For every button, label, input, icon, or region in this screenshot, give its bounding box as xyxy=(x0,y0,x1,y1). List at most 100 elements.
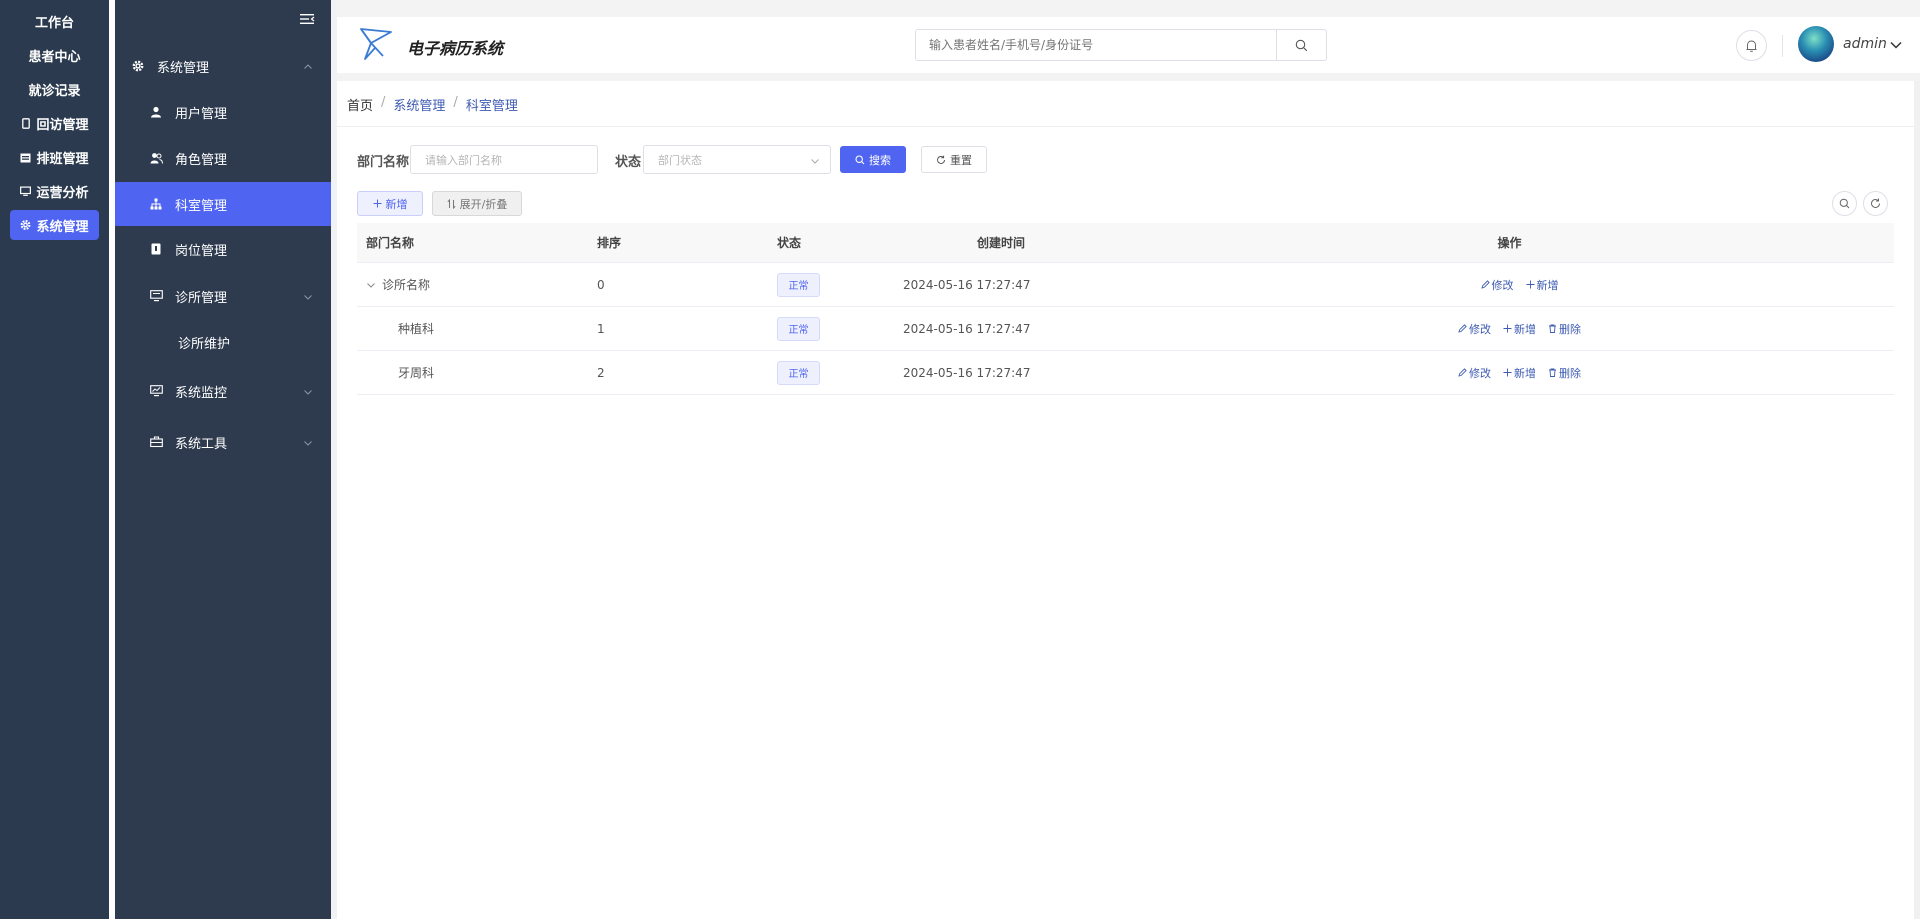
status-badge: 正常 xyxy=(777,272,820,297)
expand-button-label: 展开/折叠 xyxy=(459,197,508,211)
add-department-button[interactable]: 新增 xyxy=(357,191,423,216)
column-header-created: 创建时间 xyxy=(976,236,1025,250)
chevron-down-icon[interactable] xyxy=(1889,38,1903,52)
cell-created: 2024-05-16 17:27:47 xyxy=(903,321,1031,336)
rail-item-followup[interactable]: 回访管理 xyxy=(10,108,99,138)
breadcrumb-system-management[interactable]: 系统管理 xyxy=(393,95,445,114)
toggle-search-button[interactable] xyxy=(1832,191,1857,216)
rail-item-label: 回访管理 xyxy=(36,117,89,133)
cell-sort: 2 xyxy=(597,365,605,380)
breadcrumb-divider xyxy=(337,126,1914,127)
reset-button-label: 重置 xyxy=(950,153,972,167)
rail-item-label: 运营分析 xyxy=(36,185,89,201)
edit-link[interactable]: 修改 xyxy=(1480,277,1514,293)
breadcrumb-home[interactable]: 首页 xyxy=(347,95,373,114)
phone-icon xyxy=(20,117,31,129)
search-button-label: 搜索 xyxy=(869,153,891,167)
notification-button[interactable] xyxy=(1736,30,1767,61)
users-icon xyxy=(149,151,163,165)
rail-item-system-management[interactable]: 系统管理 xyxy=(10,210,99,240)
add-child-link[interactable]: 新增 xyxy=(1503,321,1536,337)
trash-icon xyxy=(1549,368,1556,377)
sidebar-item-label: 系统监控 xyxy=(175,385,228,401)
primary-nav-rail: 工作台 患者中心 就诊记录 回访管理 排班管理 运营分析 系统管理 xyxy=(0,0,109,919)
delete-link[interactable]: 删除 xyxy=(1548,321,1581,337)
status-badge: 正常 xyxy=(777,360,820,385)
add-label: 新增 xyxy=(1514,366,1536,380)
add-child-link[interactable]: 新增 xyxy=(1503,365,1536,381)
cell-sort: 1 xyxy=(597,321,605,336)
delete-label: 删除 xyxy=(1559,366,1581,380)
search-icon xyxy=(855,154,865,164)
status-badge: 正常 xyxy=(777,316,820,341)
rail-item-label: 就诊记录 xyxy=(28,83,81,99)
add-button-label: 新增 xyxy=(385,197,408,211)
patient-search-input[interactable] xyxy=(916,30,1276,60)
chart-monitor-icon xyxy=(149,384,163,398)
plus-icon xyxy=(1503,368,1512,377)
dept-name-input[interactable]: 请输入部门名称 xyxy=(410,145,598,174)
edit-icon xyxy=(1458,368,1467,377)
rail-item-workbench[interactable]: 工作台 xyxy=(10,6,99,36)
rail-item-visit-records[interactable]: 就诊记录 xyxy=(10,74,99,104)
sidebar-item-label: 岗位管理 xyxy=(175,243,228,259)
collapse-menu-icon[interactable] xyxy=(299,11,315,27)
status-select[interactable]: 部门状态 xyxy=(643,145,831,174)
column-header-actions: 操作 xyxy=(1497,236,1522,250)
search-button[interactable]: 搜索 xyxy=(840,146,906,173)
sidebar-group-system-tools[interactable]: 系统工具 xyxy=(115,420,331,464)
edit-label: 修改 xyxy=(1469,366,1491,380)
header-bottom-strip xyxy=(337,73,1920,81)
add-child-link[interactable]: 新增 xyxy=(1526,277,1559,293)
rail-item-label: 排班管理 xyxy=(36,151,89,167)
sidebar-item-label: 系统管理 xyxy=(157,60,210,76)
sidebar-item-label: 科室管理 xyxy=(175,198,228,214)
refresh-icon xyxy=(937,155,945,164)
sort-arrows-icon xyxy=(447,198,456,209)
chevron-down-icon[interactable] xyxy=(366,280,376,290)
sidebar-item-department-management[interactable]: 科室管理 xyxy=(115,182,331,226)
rail-item-label: 工作台 xyxy=(34,15,74,31)
sidebar-group-system-monitor[interactable]: 系统监控 xyxy=(115,369,331,413)
header-divider xyxy=(1782,35,1783,57)
patient-search-button[interactable] xyxy=(1276,30,1326,60)
delete-link[interactable]: 删除 xyxy=(1548,365,1581,381)
breadcrumb-department-management[interactable]: 科室管理 xyxy=(466,95,518,114)
edit-link[interactable]: 修改 xyxy=(1458,365,1491,381)
plus-icon xyxy=(1526,280,1534,289)
sidebar-item-user-management[interactable]: 用户管理 xyxy=(115,90,331,134)
rail-item-schedule[interactable]: 排班管理 xyxy=(10,142,99,172)
app-header: 电子病历系统 admin xyxy=(337,17,1920,73)
cell-status: 正常 xyxy=(772,360,887,385)
cell-actions: 修改 新增 xyxy=(1125,277,1894,293)
sidebar-item-clinic-maintenance[interactable]: 诊所维护 xyxy=(115,320,331,364)
badge-icon xyxy=(149,242,163,256)
sidebar-item-post-management[interactable]: 岗位管理 xyxy=(115,227,331,271)
scrollbar[interactable] xyxy=(1914,81,1920,919)
edit-label: 修改 xyxy=(1469,322,1491,336)
refresh-icon xyxy=(1871,198,1880,208)
dept-name-placeholder: 请输入部门名称 xyxy=(425,153,502,167)
chevron-down-icon xyxy=(303,437,313,447)
breadcrumb: 首页 / 系统管理 / 科室管理 xyxy=(347,95,518,114)
username[interactable]: admin xyxy=(1843,36,1887,52)
cell-status: 正常 xyxy=(772,272,887,297)
plus-icon xyxy=(373,199,381,208)
delete-label: 删除 xyxy=(1559,322,1581,336)
sidebar-group-clinic-management[interactable]: 诊所管理 xyxy=(115,274,331,318)
rail-item-analytics[interactable]: 运营分析 xyxy=(10,176,99,206)
add-label: 新增 xyxy=(1536,278,1559,292)
reset-button[interactable]: 重置 xyxy=(921,146,987,173)
rail-item-patient-center[interactable]: 患者中心 xyxy=(10,40,99,70)
chevron-down-icon xyxy=(303,291,313,301)
edit-link[interactable]: 修改 xyxy=(1458,321,1491,337)
sidebar-item-role-management[interactable]: 角色管理 xyxy=(115,136,331,180)
avatar[interactable] xyxy=(1798,26,1834,62)
breadcrumb-separator: / xyxy=(381,95,386,110)
expand-collapse-button[interactable]: 展开/折叠 xyxy=(432,191,522,216)
refresh-table-button[interactable] xyxy=(1863,191,1888,216)
main-content: 电子病历系统 admin 首页 / 系统管理 / 科室管理 部门名称 请输入部门… xyxy=(331,0,1920,919)
sidebar-group-system-management[interactable]: 系统管理 xyxy=(115,44,331,88)
monitor-icon xyxy=(149,289,163,303)
chevron-down-icon xyxy=(810,156,820,166)
